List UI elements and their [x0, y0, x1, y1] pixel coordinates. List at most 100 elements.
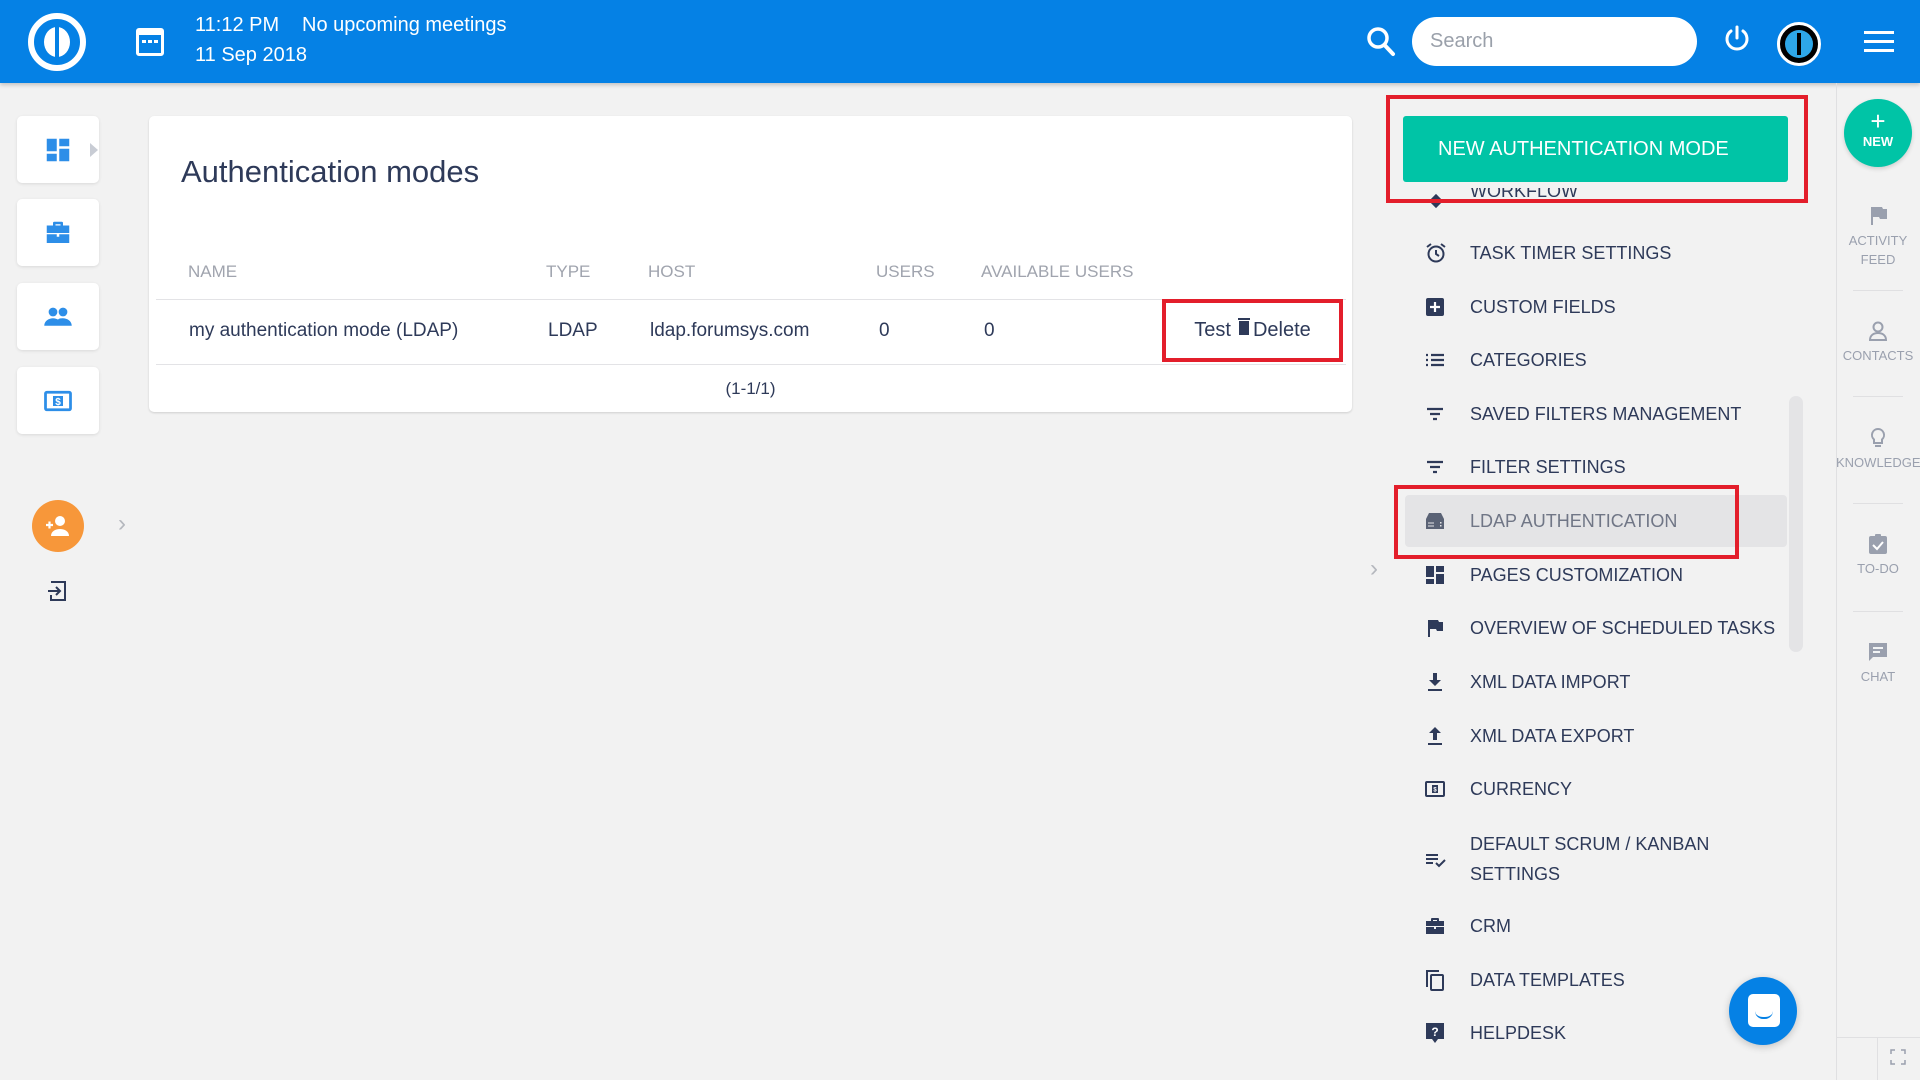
divider [1853, 611, 1903, 612]
sidebar-item-users[interactable] [17, 283, 99, 350]
divider [1853, 503, 1903, 504]
search-icon[interactable] [1366, 26, 1396, 58]
download-icon [1428, 673, 1442, 691]
rail-item-contacts[interactable]: CONTACTS [1836, 320, 1920, 363]
expand-arrow-icon[interactable] [90, 143, 98, 157]
cell-name[interactable]: my authentication mode (LDAP) [189, 320, 458, 342]
test-button[interactable]: Test [1194, 319, 1231, 342]
highlight-frame [1394, 485, 1739, 559]
sidebar-item-finance[interactable]: $ [17, 367, 99, 434]
cell-available-users: 0 [984, 320, 995, 341]
menu-item-overview-of-scheduled-tasks[interactable]: OVERVIEW OF SCHEDULED TASKS [1420, 602, 1786, 654]
flag-icon [1871, 207, 1887, 225]
menu-item-label: PAGES CUSTOMIZATION [1470, 565, 1684, 585]
rail-label: KNOWLEDGE [1836, 455, 1920, 470]
briefcase-icon [1426, 918, 1444, 934]
menu-item-label-line2: SETTINGS [1470, 864, 1561, 884]
svg-text:$: $ [55, 396, 61, 407]
help-icon: ? [1426, 1023, 1444, 1043]
copy-icon [1426, 970, 1444, 991]
current-date: 11 Sep 2018 [195, 44, 307, 66]
rail-item-chat[interactable]: CHAT [1836, 641, 1920, 684]
menu-item-crm[interactable]: CRM [1420, 900, 1786, 952]
divider [1853, 290, 1903, 291]
money-icon: $ [1425, 781, 1445, 797]
menu-item-currency[interactable]: $ CURRENCY [1420, 763, 1786, 815]
filter-icon [1427, 407, 1443, 421]
menu-item-label: XML DATA IMPORT [1470, 672, 1631, 692]
chevron-right-icon[interactable]: › [1370, 555, 1378, 583]
app-logo[interactable] [28, 13, 86, 71]
menu-item-label: CRM [1470, 916, 1511, 936]
menu-item-xml-data-export[interactable]: XML DATA EXPORT [1420, 710, 1786, 762]
column-header-name[interactable]: NAME [188, 262, 237, 282]
cell-type: LDAP [548, 320, 598, 341]
menu-item-pages-customization[interactable]: PAGES CUSTOMIZATION [1420, 549, 1786, 601]
menu-item-label: HELPDESK [1470, 1023, 1567, 1043]
login-icon[interactable] [47, 580, 69, 602]
meetings-status[interactable]: No upcoming meetings [302, 14, 507, 37]
users-icon [44, 307, 72, 326]
menu-item-xml-data-import[interactable]: XML DATA IMPORT [1420, 656, 1786, 708]
rail-label-line2: FEED [1860, 252, 1896, 267]
menu-item-default-scrum-kanban-settings[interactable]: DEFAULT SCRUM / KANBAN SETTINGS [1420, 830, 1786, 890]
top-bar: 11:12 PM No upcoming meetings 11 Sep 201… [0, 0, 1920, 83]
column-header-available-users[interactable]: AVAILABLE USERS [981, 262, 1133, 282]
table-header: NAME TYPE HOST USERS AVAILABLE USERS [156, 262, 1346, 300]
new-button[interactable]: + NEW [1844, 99, 1912, 167]
menu-item-saved-filters-management[interactable]: SAVED FILTERS MANAGEMENT [1420, 388, 1786, 440]
menu-item-label: CATEGORIES [1470, 350, 1587, 370]
current-time: 11:12 PM [195, 14, 280, 36]
sidebar-item-projects[interactable] [17, 199, 99, 266]
user-avatar[interactable] [1777, 22, 1821, 66]
trash-icon[interactable] [1237, 317, 1250, 335]
column-header-type[interactable]: TYPE [546, 262, 590, 282]
add-user-button[interactable] [32, 500, 84, 552]
menu-item-label: SAVED FILTERS MANAGEMENT [1470, 404, 1742, 424]
filter-icon [1427, 460, 1443, 474]
menu-item-label: DATA TEMPLATES [1470, 970, 1625, 990]
menu-item-custom-fields[interactable]: CUSTOM FIELDS [1420, 281, 1786, 333]
list-icon [1426, 353, 1444, 367]
rail-item-knowledge[interactable]: KNOWLEDGE [1836, 427, 1920, 470]
rail-item-to-do[interactable]: TO-DO [1836, 533, 1920, 576]
fullscreen-icon[interactable] [1890, 1049, 1906, 1065]
cell-host: ldap.forumsys.com [650, 320, 810, 341]
rail-label: CONTACTS [1842, 348, 1914, 363]
row-actions-highlight: Test Delete [1162, 299, 1343, 362]
delete-button[interactable]: Delete [1253, 319, 1311, 342]
cell-users: 0 [879, 320, 890, 341]
upload-icon [1428, 727, 1442, 745]
divider [1837, 1037, 1920, 1038]
rail-label: CHAT [1860, 669, 1896, 684]
column-header-host[interactable]: HOST [648, 262, 695, 282]
chat-bubble-icon [1748, 994, 1780, 1027]
table-row[interactable]: my authentication mode (LDAP) LDAP ldap.… [156, 299, 1346, 365]
right-menu-scrollbar[interactable] [1789, 396, 1803, 652]
hamburger-menu-icon[interactable] [1864, 31, 1894, 53]
flag-icon [1428, 620, 1443, 637]
divider [1877, 1037, 1878, 1080]
calendar-icon[interactable] [136, 28, 164, 56]
rail-item-activity-feed[interactable]: ACTIVITY FEED [1836, 205, 1920, 267]
divider [1853, 396, 1903, 397]
playlist-check-icon [1426, 854, 1446, 868]
power-icon[interactable] [1722, 24, 1752, 54]
search-input[interactable] [1412, 17, 1697, 66]
chevron-right-icon[interactable]: › [118, 510, 126, 538]
menu-item-label: XML DATA EXPORT [1470, 726, 1635, 746]
svg-text:?: ? [1431, 1025, 1438, 1039]
plus-box-icon [1426, 298, 1444, 316]
menu-item-label: OVERVIEW OF SCHEDULED TASKS [1470, 618, 1776, 638]
sidebar-item-dashboard[interactable] [17, 116, 99, 183]
authentication-modes-card: Authentication modes NAME TYPE HOST USER… [149, 116, 1352, 412]
menu-item-label: FILTER SETTINGS [1470, 457, 1626, 477]
menu-item-task-timer-settings[interactable]: TASK TIMER SETTINGS [1420, 227, 1786, 279]
menu-item-categories[interactable]: CATEGORIES [1420, 334, 1786, 386]
support-chat-button[interactable] [1729, 977, 1797, 1045]
person-icon [1868, 321, 1888, 341]
column-header-users[interactable]: USERS [876, 262, 935, 282]
chat-icon [1869, 643, 1887, 661]
clipboard-check-icon [1869, 534, 1887, 554]
menu-item-label: CUSTOM FIELDS [1470, 297, 1616, 317]
